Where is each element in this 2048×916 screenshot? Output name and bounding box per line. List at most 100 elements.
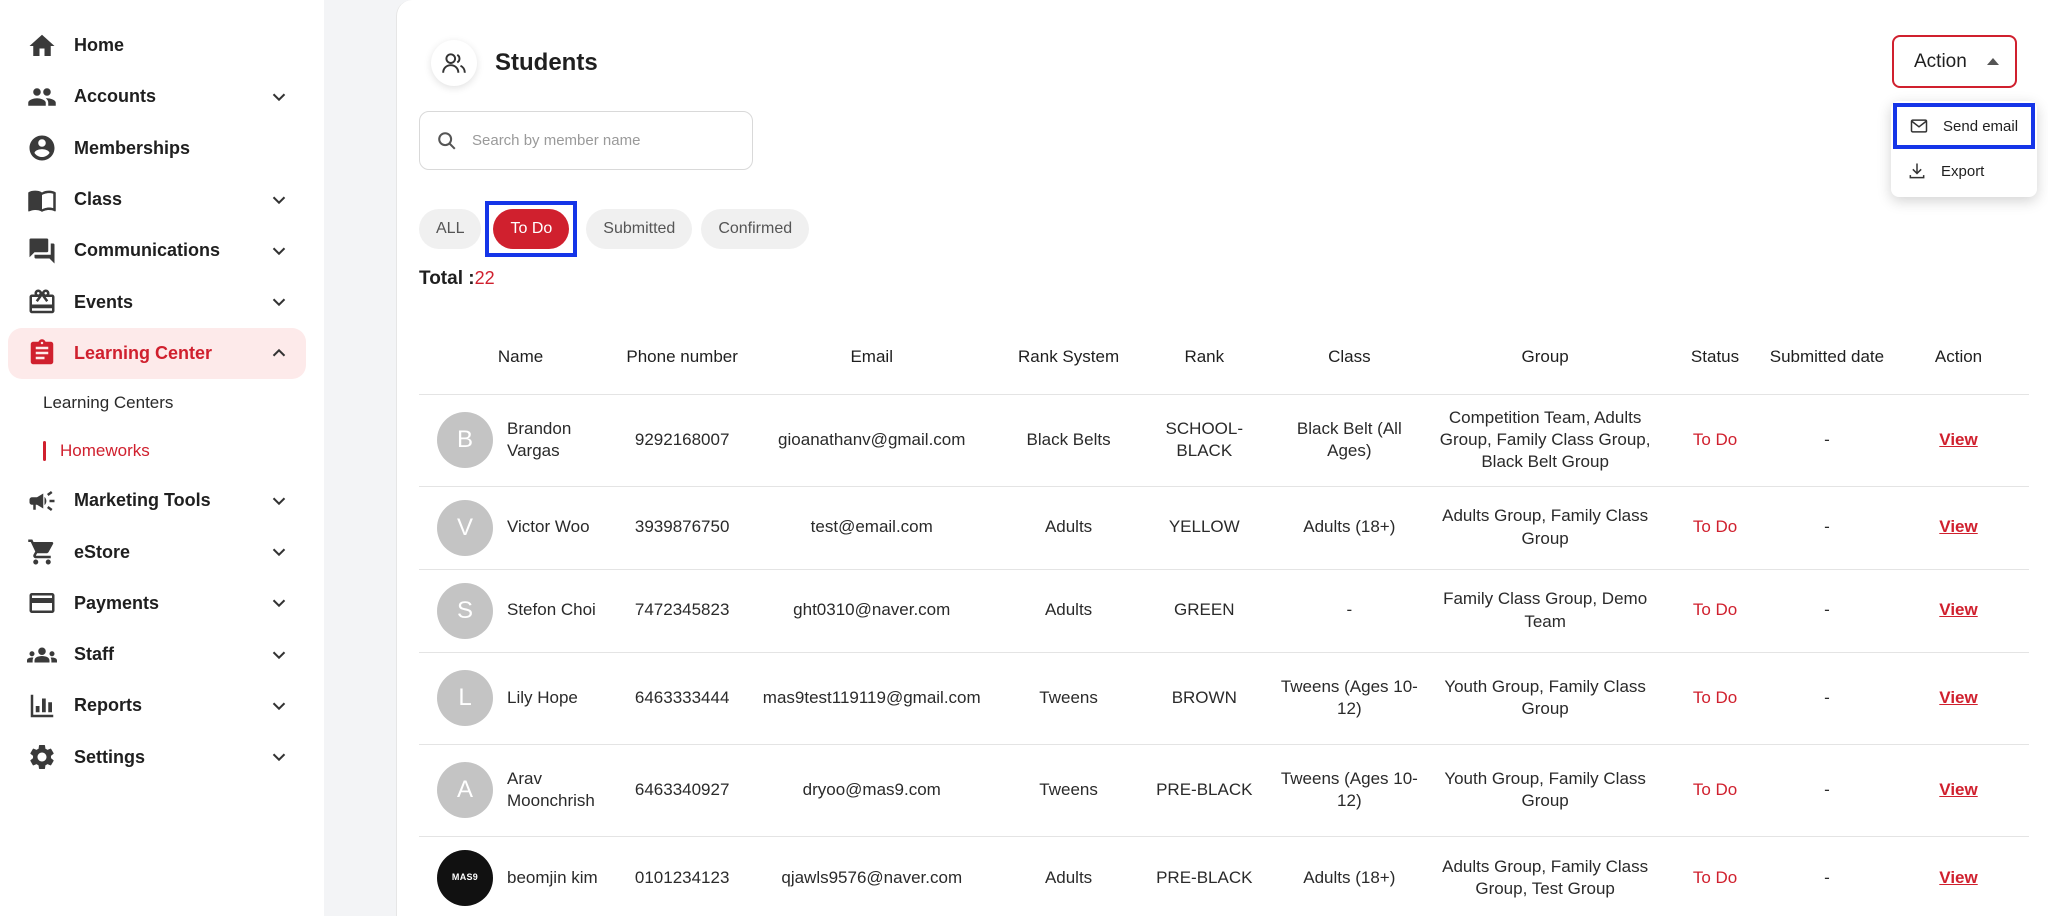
table-header-row: Name Phone number Email Rank System Rank… <box>419 320 2029 395</box>
avatar: S <box>437 582 493 639</box>
column-header-class[interactable]: Class <box>1272 320 1426 395</box>
class-cell: Adults (18+) <box>1272 486 1426 570</box>
avatar-logo: MAS9 <box>437 850 493 906</box>
sidebar-item-learning-center[interactable]: Learning Center <box>8 327 306 380</box>
table-row: V Victor Woo 3939876750 test@email.com Ad… <box>419 486 2029 570</box>
send-email-menu-item[interactable]: Send email <box>1893 103 2035 149</box>
sidebar-item-label: Accounts <box>74 86 157 107</box>
table-row: B Brandon Vargas 9292168007 gioanathanv@g… <box>419 394 2029 487</box>
sidebar-item-marketing-tools[interactable]: Marketing Tools <box>8 475 306 526</box>
view-link[interactable]: View <box>1939 780 1977 799</box>
total-label: Total : <box>419 268 475 289</box>
sidebar-item-settings[interactable]: Settings <box>8 732 306 783</box>
rank-system-cell: Black Belts <box>1001 394 1136 487</box>
column-header-email[interactable]: Email <box>742 320 1002 395</box>
student-name: beomjin kim <box>507 867 598 887</box>
avatar: A <box>437 762 493 818</box>
status-cell: To Do <box>1664 569 1766 653</box>
phone-cell: 7472345823 <box>622 569 743 653</box>
sidebar: Home Accounts Memberships Class Communic… <box>0 0 324 916</box>
status-cell: To Do <box>1664 836 1766 916</box>
filter-submitted[interactable]: Submitted <box>586 209 693 249</box>
submitted-date-cell: - <box>1765 744 1889 837</box>
class-cell: Tweens (Ages 10-12) <box>1272 652 1426 745</box>
column-header-submitted-date[interactable]: Submitted date <box>1765 320 1889 395</box>
chevron-down-icon <box>268 746 290 768</box>
sidebar-subitem-label: Homeworks <box>60 441 150 461</box>
sidebar-item-events[interactable]: Events <box>8 276 306 327</box>
group-cell: Competition Team, Adults Group, Family C… <box>1425 394 1665 487</box>
student-name: Stefon Choi <box>507 600 596 620</box>
download-icon <box>1909 163 1925 179</box>
sidebar-item-label: Home <box>74 35 125 56</box>
total-value: 22 <box>474 268 495 288</box>
email-cell: dryoo@mas9.com <box>742 744 1002 837</box>
sidebar-item-memberships[interactable]: Memberships <box>8 123 306 174</box>
student-name: Lily Hope <box>507 687 578 707</box>
status-cell: To Do <box>1664 486 1766 570</box>
filter-all[interactable]: ALL <box>419 209 482 249</box>
avatar: V <box>437 499 493 556</box>
view-link[interactable]: View <box>1939 688 1977 707</box>
action-button[interactable]: Action <box>1892 35 2017 88</box>
search-input[interactable] <box>472 132 742 149</box>
sidebar-item-label: Communications <box>74 240 221 261</box>
sidebar-item-payments[interactable]: Payments <box>8 578 306 629</box>
sidebar-subitem-homeworks[interactable]: Homeworks <box>0 427 324 475</box>
sidebar-item-home[interactable]: Home <box>8 20 306 71</box>
chat-icon <box>26 235 58 267</box>
filter-to-do[interactable]: To Do <box>493 209 570 249</box>
mail-icon <box>1910 119 1928 133</box>
filter-confirmed[interactable]: Confirmed <box>701 209 810 249</box>
sidebar-item-communications[interactable]: Communications <box>8 225 306 276</box>
megaphone-icon <box>26 485 58 517</box>
chevron-down-icon <box>268 86 290 108</box>
column-header-name[interactable]: Name <box>419 320 623 395</box>
email-cell: mas9test119119@gmail.com <box>742 652 1002 745</box>
column-header-group[interactable]: Group <box>1425 320 1665 395</box>
rank-cell: YELLOW <box>1135 486 1273 570</box>
gear-icon <box>26 741 58 773</box>
students-table: Name Phone number Email Rank System Rank… <box>419 320 2029 916</box>
chevron-up-icon <box>268 342 290 364</box>
sidebar-item-class[interactable]: Class <box>8 174 306 225</box>
view-link[interactable]: View <box>1939 868 1977 887</box>
phone-cell: 0101234123 <box>622 836 743 916</box>
rank-cell: BROWN <box>1135 652 1273 745</box>
view-link[interactable]: View <box>1939 517 1977 536</box>
column-header-rank-system[interactable]: Rank System <box>1001 320 1136 395</box>
table-row: MAS9 beomjin kim 0101234123 qjawls9576@na… <box>419 836 2029 916</box>
rank-system-cell: Tweens <box>1001 652 1136 745</box>
chevron-down-icon <box>268 291 290 313</box>
status-cell: To Do <box>1664 394 1766 487</box>
search-icon <box>438 131 456 150</box>
export-label: Export <box>1941 162 1985 180</box>
rank-system-cell: Adults <box>1001 836 1136 916</box>
email-cell: ght0310@naver.com <box>742 569 1002 653</box>
column-header-rank[interactable]: Rank <box>1135 320 1273 395</box>
sidebar-item-reports[interactable]: Reports <box>8 680 306 731</box>
sidebar-item-label: Reports <box>74 695 143 716</box>
sidebar-subitem-label: Learning Centers <box>43 393 174 413</box>
chevron-down-icon <box>268 490 290 512</box>
avatar: L <box>437 670 493 726</box>
export-menu-item[interactable]: Export <box>1891 151 2037 191</box>
sidebar-item-accounts[interactable]: Accounts <box>8 71 306 122</box>
student-name: Victor Woo <box>507 517 590 537</box>
column-header-phone[interactable]: Phone number <box>622 320 743 395</box>
main-panel: Students Action Send email Export ALL To… <box>396 0 2048 916</box>
home-icon <box>26 30 58 62</box>
caret-up-icon <box>1986 58 1999 65</box>
column-header-status[interactable]: Status <box>1664 320 1766 395</box>
email-cell: gioanathanv@gmail.com <box>742 394 1002 487</box>
sidebar-item-staff[interactable]: Staff <box>8 629 306 680</box>
view-link[interactable]: View <box>1939 430 1977 449</box>
view-link[interactable]: View <box>1939 600 1977 619</box>
action-button-label: Action <box>1914 50 1967 72</box>
sidebar-subitem-learning-centers[interactable]: Learning Centers <box>0 379 324 427</box>
rank-system-cell: Adults <box>1001 569 1136 653</box>
bar-chart-icon <box>26 690 58 722</box>
submitted-date-cell: - <box>1765 836 1889 916</box>
sidebar-item-estore[interactable]: eStore <box>8 526 306 577</box>
rank-cell: GREEN <box>1135 569 1273 653</box>
